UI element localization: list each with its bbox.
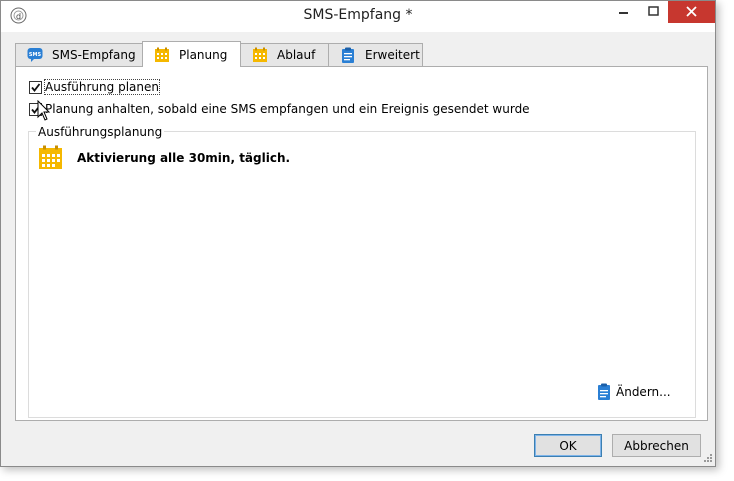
tab-sms-empfang[interactable]: SMS SMS-Empfang [15,43,143,66]
sms-icon: SMS [27,48,43,62]
schedule-summary: Aktivierung alle 30min, täglich. [77,151,291,165]
change-schedule-label: Ändern... [616,384,671,399]
tab-label: Erweitert [365,48,420,62]
calendar-icon [253,47,267,62]
tab-label: SMS-Empfang [52,48,136,62]
tab-label: Planung [179,47,228,62]
tab-planung[interactable]: Planung [142,41,241,67]
tab-erweitert[interactable]: Erweitert [328,43,423,66]
mouse-cursor-icon [37,100,51,121]
close-button[interactable] [668,1,715,23]
minimize-icon [619,12,628,14]
close-icon [686,6,697,17]
checkmark-icon [31,82,41,92]
calendar-icon [155,47,169,62]
stop-checkbox-row[interactable]: Planung anhalten, sobald eine SMS empfan… [29,102,530,116]
schedule-group-title: Ausführungsplanung [36,125,165,139]
cancel-button[interactable]: Abbrechen [612,434,701,457]
title-bar[interactable]: d SMS-Empfang * [1,1,715,32]
dialog-window: d SMS-Empfang * SMS SMS-Empfang Planung … [0,0,716,467]
ok-button[interactable]: OK [534,434,602,457]
schedule-checkbox-label: Ausführung planen [44,79,160,95]
calendar-icon [39,145,62,169]
clipboard-icon [342,47,354,63]
change-schedule-link[interactable]: Ändern... [597,383,671,400]
ok-button-label: OK [559,438,577,453]
tab-panel-planung: Ausführung planen Planung anhalten, soba… [15,66,708,421]
schedule-groupbox [28,131,696,418]
tab-label: Ablauf [277,48,316,62]
schedule-checkbox-row[interactable]: Ausführung planen [29,79,160,95]
clipboard-icon [598,383,610,400]
schedule-checkbox[interactable] [29,80,42,94]
svg-text:SMS: SMS [29,52,42,58]
tab-ablauf[interactable]: Ablauf [240,43,329,66]
cancel-button-label: Abbrechen [624,438,689,453]
stop-checkbox-label: Planung anhalten, sobald eine SMS empfan… [45,102,530,116]
resize-grip-icon[interactable] [703,453,713,463]
maximize-icon [648,6,659,16]
minimize-button[interactable] [607,1,641,23]
